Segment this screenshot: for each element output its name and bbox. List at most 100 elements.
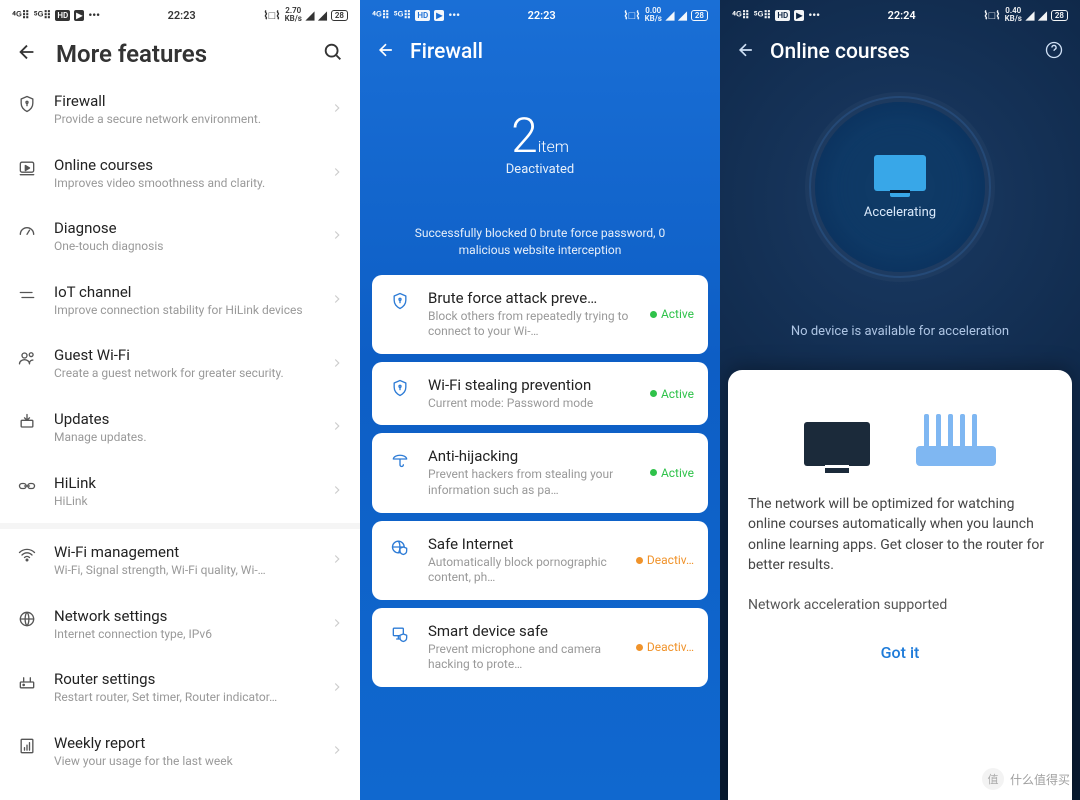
status-time: 22:23 xyxy=(168,9,196,22)
popup-supported: Network acceleration supported xyxy=(748,595,1052,615)
chevron-right-icon xyxy=(330,164,344,183)
item-subtitle: Restart router, Set timer, Router indica… xyxy=(54,690,314,706)
more-icon: ••• xyxy=(808,9,820,22)
firewall-card-anti-hijacking[interactable]: Anti-hijacking Prevent hackers from stea… xyxy=(372,433,708,512)
status-bar: ⁴ᴳ⠿ ⁵ᴳ⠿ HD ▶ ••• 22:23 ⌇□⌇ 0.00KB/s ◢ ◢ … xyxy=(360,0,720,30)
item-title: HiLink xyxy=(54,474,314,492)
group-icon xyxy=(16,346,38,368)
firewall-card-brute-force-attack-preve-[interactable]: Brute force attack preve… Block others f… xyxy=(372,275,708,354)
page-title: Online courses xyxy=(770,40,1030,64)
status-time: 22:23 xyxy=(528,9,556,22)
status-badge: Deactiv… xyxy=(636,553,694,567)
list-item-iot-channel[interactable]: IoT channel Improve connection stability… xyxy=(0,269,360,333)
item-title: Online courses xyxy=(54,156,314,174)
chevron-right-icon xyxy=(330,418,344,437)
screen-more-features: ⁴ᴳ⠿ ⁵ᴳ⠿ HD ▶ ••• 22:23 ⌇□⌇ 2.70KB/s ◢ ◢ … xyxy=(0,0,360,800)
wifi-icon-2: ◢ xyxy=(678,9,686,22)
header: Firewall xyxy=(360,30,720,74)
router-icon xyxy=(16,670,38,692)
wifi-icon: ◢ xyxy=(306,9,314,22)
net-speed: 0.40KB/s xyxy=(1005,7,1022,23)
item-subtitle: Improve connection stability for HiLink … xyxy=(54,303,314,319)
net-speed: 0.00KB/s xyxy=(645,7,662,23)
list-item-firewall[interactable]: Firewall Provide a secure network enviro… xyxy=(0,78,360,142)
item-subtitle: One-touch diagnosis xyxy=(54,239,314,255)
chevron-right-icon xyxy=(330,355,344,374)
status-badge: Active xyxy=(650,466,694,480)
accelerating-label: Accelerating xyxy=(864,205,936,220)
header: More features xyxy=(0,30,360,78)
item-subtitle: HiLink xyxy=(54,494,314,510)
back-icon[interactable] xyxy=(376,40,396,64)
net-speed: 2.70KB/s xyxy=(285,7,302,23)
list-item-hilink[interactable]: HiLink HiLink xyxy=(0,460,360,524)
watermark: 值 什么值得买 xyxy=(982,768,1070,790)
globe-shield-icon xyxy=(386,535,414,557)
router-icon xyxy=(916,422,996,466)
wifi-icon: ◢ xyxy=(666,9,674,22)
swap-icon xyxy=(16,283,38,305)
chevron-right-icon xyxy=(330,100,344,119)
list-item-updates[interactable]: Updates Manage updates. xyxy=(0,396,360,460)
acceleration-ring: Accelerating xyxy=(720,74,1080,280)
watermark-text: 什么值得买 xyxy=(1010,771,1070,788)
status-badge: Active xyxy=(650,387,694,401)
card-title: Smart device safe xyxy=(428,622,622,640)
hd-icon: HD xyxy=(55,10,70,21)
back-icon[interactable] xyxy=(736,40,756,64)
item-title: Weekly report xyxy=(54,734,314,752)
shield-icon xyxy=(16,92,38,114)
back-icon[interactable] xyxy=(16,41,38,67)
wifi-icon xyxy=(16,543,38,565)
signal-5g-icon: ⁵ᴳ⠿ xyxy=(754,9,772,22)
watermark-icon: 值 xyxy=(982,768,1004,790)
cast-icon: ▶ xyxy=(74,10,84,21)
monitor-icon xyxy=(874,155,926,191)
list-item-weekly-report[interactable]: Weekly report View your usage for the la… xyxy=(0,720,360,784)
vibrate-icon: ⌇□⌇ xyxy=(983,9,1000,22)
hd-icon: HD xyxy=(415,10,430,21)
more-icon: ••• xyxy=(448,9,460,22)
umbrella-icon xyxy=(386,447,414,469)
gauge-icon xyxy=(16,219,38,241)
deactivated-label: Deactivated xyxy=(506,162,574,177)
item-title: Firewall xyxy=(54,92,314,110)
signal-4g-icon: ⁴ᴳ⠿ xyxy=(732,9,750,22)
popup-body: The network will be optimized for watchi… xyxy=(748,494,1052,575)
firewall-card-safe-internet[interactable]: Safe Internet Automatically block pornog… xyxy=(372,521,708,600)
card-subtitle: Current mode: Password mode xyxy=(428,396,636,412)
cast-icon: ▶ xyxy=(434,10,444,21)
item-title: IoT channel xyxy=(54,283,314,301)
globe-icon xyxy=(16,607,38,629)
signal-4g-icon: ⁴ᴳ⠿ xyxy=(12,9,30,22)
battery-icon: 28 xyxy=(331,10,348,21)
cast-icon: ▶ xyxy=(794,10,804,21)
wifi-icon-2: ◢ xyxy=(318,9,326,22)
card-title: Wi-Fi stealing prevention xyxy=(428,376,636,394)
device-shield-icon xyxy=(386,622,414,644)
list-item-guest-wi-fi[interactable]: Guest Wi-Fi Create a guest network for g… xyxy=(0,332,360,396)
signal-5g-icon: ⁵ᴳ⠿ xyxy=(394,9,412,22)
hd-icon: HD xyxy=(775,10,790,21)
update-icon xyxy=(16,410,38,432)
list-item-network-settings[interactable]: Network settings Internet connection typ… xyxy=(0,593,360,657)
status-bar: ⁴ᴳ⠿ ⁵ᴳ⠿ HD ▶ ••• 22:23 ⌇□⌇ 2.70KB/s ◢ ◢ … xyxy=(0,0,360,30)
list-item-online-courses[interactable]: Online courses Improves video smoothness… xyxy=(0,142,360,206)
card-subtitle: Prevent microphone and camera hacking to… xyxy=(428,642,622,673)
wifi-icon-2: ◢ xyxy=(1038,9,1046,22)
screen-firewall: ⁴ᴳ⠿ ⁵ᴳ⠿ HD ▶ ••• 22:23 ⌇□⌇ 0.00KB/s ◢ ◢ … xyxy=(360,0,720,800)
search-icon[interactable] xyxy=(322,41,344,67)
list-item-router-settings[interactable]: Router settings Restart router, Set time… xyxy=(0,656,360,720)
got-it-button[interactable]: Got it xyxy=(748,643,1052,662)
item-subtitle: Create a guest network for greater secur… xyxy=(54,366,314,382)
card-subtitle: Prevent hackers from stealing your infor… xyxy=(428,467,636,498)
firewall-card-wi-fi-stealing-prevention[interactable]: Wi-Fi stealing prevention Current mode: … xyxy=(372,362,708,426)
list-item-wi-fi-management[interactable]: Wi-Fi management Wi-Fi, Signal strength,… xyxy=(0,529,360,593)
status-time: 22:24 xyxy=(888,9,916,22)
deactivated-count: 2 xyxy=(511,107,538,164)
list-item-diagnose[interactable]: Diagnose One-touch diagnosis xyxy=(0,205,360,269)
item-title: Diagnose xyxy=(54,219,314,237)
help-icon[interactable] xyxy=(1044,40,1064,64)
firewall-card-smart-device-safe[interactable]: Smart device safe Prevent microphone and… xyxy=(372,608,708,687)
more-icon: ••• xyxy=(88,9,100,22)
